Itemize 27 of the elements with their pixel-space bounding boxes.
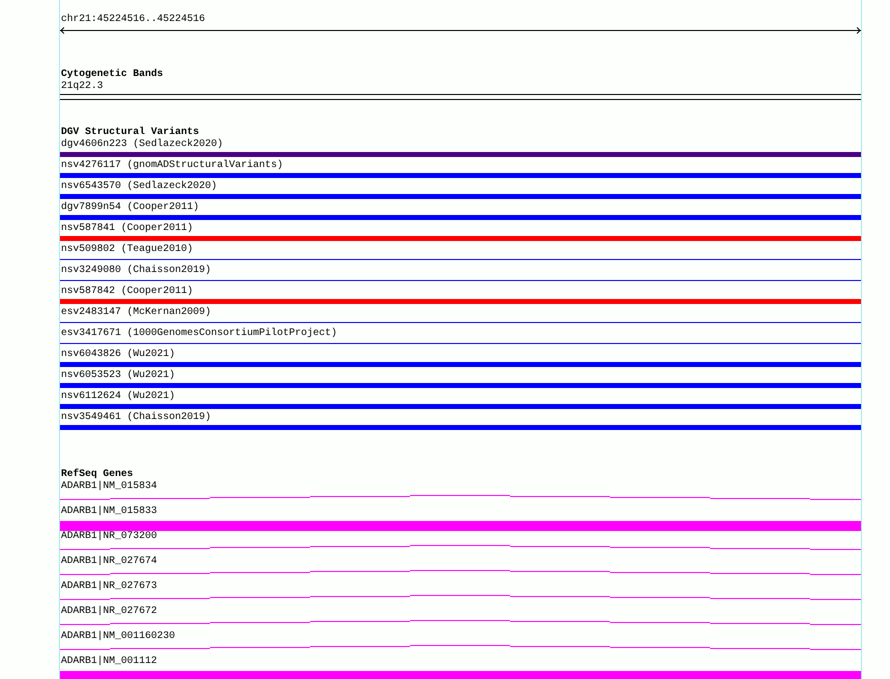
feature-label: ADARB1|NR_027674 [60,556,158,568]
feature-label: esv2483147 (McKernan2009) [60,307,212,319]
feature-label: ADARB1|NM_015834 [60,481,158,493]
feature-label: nsv6112624 (Wu2021) [60,391,176,403]
feature-label: 21q22.3 [60,81,104,93]
track-title: Cytogenetic Bands [60,69,164,81]
feature-label: nsv6043826 (Wu2021) [60,349,176,361]
feature-label: nsv587841 (Cooper2011) [60,223,194,235]
feature-label: nsv3549461 (Chaisson2019) [60,412,212,424]
feature-label: dgv7899n54 (Cooper2011) [60,202,200,214]
feature-label: ADARB1|NM_001160230 [60,631,176,643]
feature-label: nsv6543570 (Sedlazeck2020) [60,181,218,193]
feature-label: ADARB1|NR_073200 [60,531,158,543]
feature-label: dgv4606n223 (Sedlazeck2020) [60,139,224,151]
track-title: RefSeq Genes [60,469,134,480]
feature-label: nsv6053523 (Wu2021) [60,370,176,382]
feature-label: ADARB1|NM_001112 [60,656,158,668]
feature-label: ADARB1|NM_015833 [60,506,158,518]
feature-label: ADARB1|NR_027672 [60,606,158,618]
feature-label: nsv509802 (Teague2010) [60,244,194,256]
feature-label: nsv3249080 (Chaisson2019) [60,265,212,277]
locus-coordinates: chr21:45224516..45224516 [60,14,206,26]
feature-label: esv3417671 (1000GenomesConsortiumPilotProject) [60,328,338,340]
track-title: DGV Structural Variants [60,127,200,138]
feature-label: nsv4276117 (gnomADStructuralVariants) [60,160,284,172]
feature-label: ADARB1|NR_027673 [60,581,158,593]
feature-label: nsv587842 (Cooper2011) [60,286,194,298]
